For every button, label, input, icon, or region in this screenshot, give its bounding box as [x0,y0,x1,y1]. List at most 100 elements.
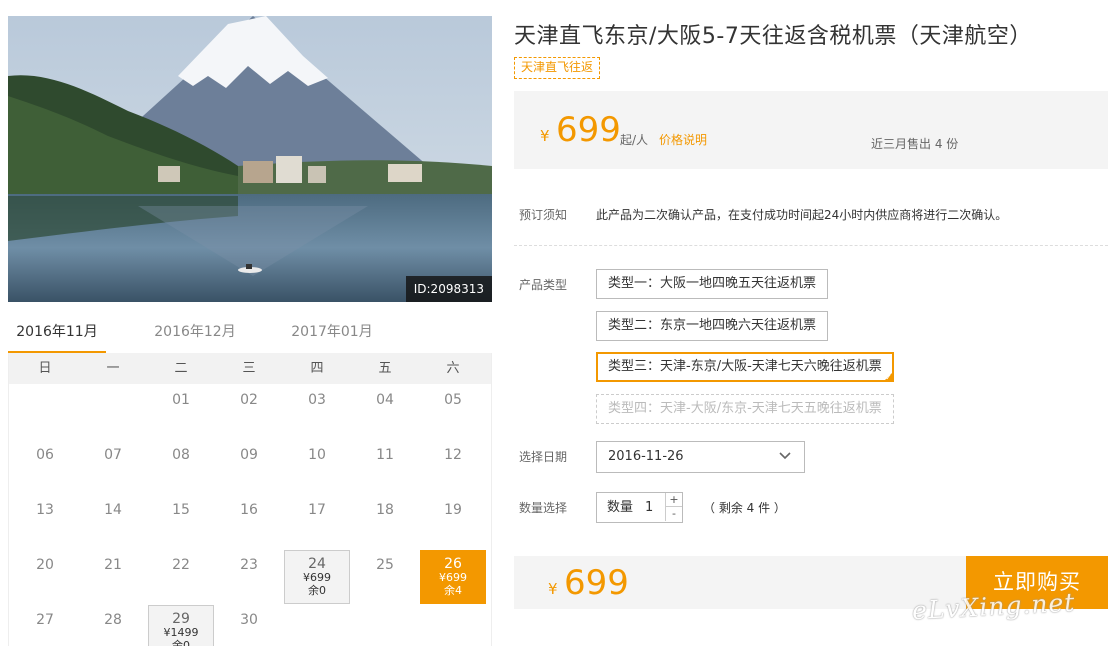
calendar-day: 28 [80,605,146,646]
calendar-day: 05 [420,385,486,439]
date-calendar: 日 一 二 三 四 五 六 01 02 03 04 05 06 07 08 09 10 11 12 13… [8,353,492,646]
image-id-badge: ID:2098313 [405,276,492,302]
chevron-down-icon [779,452,791,460]
price-unit: 起/人 [620,133,649,147]
calendar-day: 09 [216,440,282,494]
product-type-option-2[interactable]: 类型二：东京一地四晚六天往返机票 [596,311,829,341]
day-number: 26 [444,556,462,572]
weekday-mon: 一 [106,361,120,376]
decrement-button[interactable]: - [665,507,682,521]
date-value: 2016-11-26 [608,449,684,464]
day-number: 28 [104,612,122,628]
calendar-day[interactable]: 24 ¥699 余0 [284,550,350,604]
day-number: 23 [240,557,258,573]
day-number: 02 [240,392,258,408]
calendar-day: 14 [80,495,146,549]
total-currency-symbol: ¥ [548,580,558,598]
weekday-sat: 六 [446,361,460,376]
product-title: 天津直飞东京/大阪5-7天往返含税机票（天津航空） [514,24,1032,49]
booking-notice-text: 此产品为二次确认产品，在支付成功时间起24小时内供应商将进行二次确认。 [596,208,1008,222]
price-explanation-link[interactable]: 价格说明 [659,131,707,148]
day-number: 29 [172,611,190,627]
weekday-header: 日 一 二 三 四 五 六 [9,353,491,384]
route-tag: 天津直飞往返 [514,57,601,79]
day-number: 27 [36,612,54,628]
calendar-day: 20 [12,550,78,604]
product-type-label: 产品类型 [519,278,568,292]
quantity-stepper: 数量 1 + - [596,492,683,523]
starting-price: 699 [556,110,621,150]
tab-2017-01[interactable]: 2017年01月 [283,314,381,354]
day-stock: 余0 [172,639,190,646]
calendar-day: 18 [352,495,418,549]
day-price: ¥699 [439,571,467,584]
product-page: ID:2098313 2016年11月 2016年12月 2017年01月 日 … [0,0,1116,646]
day-number: 10 [308,447,326,463]
calendar-day: 30 [216,605,282,646]
calendar-day: 06 [12,440,78,494]
calendar-day: 27 [12,605,78,646]
day-stock: 余4 [444,584,462,597]
calendar-day: 03 [284,385,350,439]
tab-2016-11[interactable]: 2016年11月 [8,314,106,354]
price-panel: ¥ 699 起/人 价格说明 近三月售出 4 份 [514,91,1108,169]
day-number: 04 [376,392,394,408]
weekday-tue: 二 [174,361,188,376]
day-number: 09 [240,447,258,463]
date-label: 选择日期 [519,450,568,464]
product-type-option-4: 类型四：天津-大阪/东京-天津七天五晚往返机票 [596,394,894,424]
calendar-day[interactable]: 26 ¥699 余4 [420,550,486,604]
day-number: 08 [172,447,190,463]
day-number: 24 [308,556,326,572]
weekday-wed: 三 [242,361,256,376]
calendar-day: 12 [420,440,486,494]
day-stock: 余0 [308,584,326,597]
day-number: 25 [376,557,394,573]
date-select[interactable]: 2016-11-26 [596,441,805,473]
checkmark-icon: ✓ [885,373,892,382]
product-type-option-3-label: 类型三：天津-东京/大阪-天津七天六晚往返机票 [608,359,882,374]
tab-2016-12[interactable]: 2016年12月 [146,314,244,354]
weekday-fri: 五 [378,361,392,376]
day-number: 14 [104,502,122,518]
calendar-day: 07 [80,440,146,494]
section-divider [514,245,1108,246]
calendar-day: 08 [148,440,214,494]
weekday-thu: 四 [310,361,324,376]
quantity-input[interactable]: 1 [645,493,653,522]
product-type-option-3[interactable]: 类型三：天津-东京/大阪-天津七天六晚往返机票 ✓ [596,352,894,382]
product-photo: ID:2098313 [8,16,492,302]
quantity-label: 数量选择 [519,501,568,515]
mount-fuji-lake-image [8,16,492,302]
day-number: 03 [308,392,326,408]
day-number: 13 [36,502,54,518]
calendar-day: 21 [80,550,146,604]
day-price: ¥1499 [163,626,199,639]
total-price: 699 [564,563,629,603]
calendar-day: 10 [284,440,350,494]
day-number: 05 [444,392,462,408]
day-number: 18 [376,502,394,518]
calendar-day: 17 [284,495,350,549]
day-number: 07 [104,447,122,463]
day-number: 22 [172,557,190,573]
increment-button[interactable]: + [665,493,682,507]
calendar-day: 19 [420,495,486,549]
calendar-day: 23 [216,550,282,604]
weekday-sun: 日 [38,361,52,376]
stock-remaining: （ 剩余 4 件 ） [703,501,786,515]
calendar-day: 16 [216,495,282,549]
calendar-day: 25 [352,550,418,604]
calendar-day: 22 [148,550,214,604]
day-number: 30 [240,612,258,628]
calendar-day: 04 [352,385,418,439]
currency-symbol: ¥ [540,127,550,145]
calendar-day: 15 [148,495,214,549]
product-type-option-1[interactable]: 类型一：大阪一地四晚五天往返机票 [596,269,829,299]
day-number: 20 [36,557,54,573]
calendar-day[interactable]: 29 ¥1499 余0 [148,605,214,646]
day-number: 11 [376,447,394,463]
calendar-month-tabs: 2016年11月 2016年12月 2017年01月 [8,314,492,354]
quantity-field-label: 数量 [607,500,634,515]
calendar-day: 02 [216,385,282,439]
